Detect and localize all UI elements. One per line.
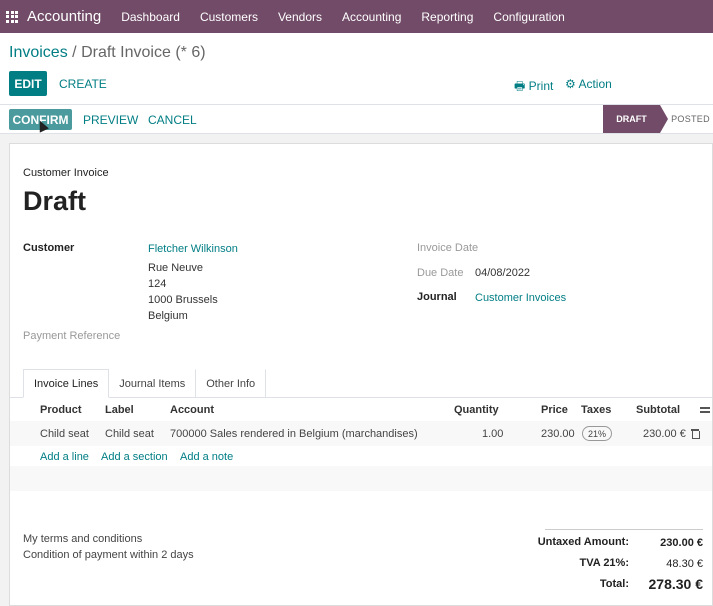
address-country: Belgium — [148, 310, 188, 322]
menu-vendors[interactable]: Vendors — [268, 10, 332, 24]
col-taxes-header[interactable]: Taxes — [581, 404, 611, 416]
apps-menu-icon[interactable] — [6, 10, 18, 23]
col-label-header[interactable]: Label — [105, 404, 134, 416]
col-product-header[interactable]: Product — [40, 404, 82, 416]
tab-journal-items[interactable]: Journal Items — [109, 369, 197, 398]
add-note-link[interactable]: Add a note — [180, 451, 233, 463]
status-bar: CONFIRM PREVIEW CANCEL DRAFT POSTED — [0, 105, 713, 134]
menu-customers[interactable]: Customers — [190, 10, 268, 24]
stage-posted[interactable]: POSTED — [668, 105, 713, 133]
tva-value: 48.30 € — [666, 558, 703, 570]
tab-invoice-lines[interactable]: Invoice Lines — [23, 369, 110, 398]
total-value: 278.30 € — [648, 576, 704, 592]
row-product[interactable]: Child seat — [40, 428, 89, 440]
row-account[interactable]: 700000 Sales rendered in Belgium (marcha… — [170, 428, 418, 440]
untaxed-amount-label: Untaxed Amount: — [537, 536, 629, 548]
menu-configuration[interactable]: Configuration — [483, 10, 574, 24]
due-date-label: Due Date — [417, 267, 464, 279]
edit-button[interactable]: EDIT — [9, 71, 47, 96]
payment-reference-label: Payment Reference — [23, 330, 121, 342]
terms-line-1: My terms and conditions — [23, 533, 143, 545]
customer-name-link[interactable]: Fletcher Wilkinson — [148, 243, 238, 255]
invoice-sheet: Customer Invoice Draft Customer Fletcher… — [9, 143, 713, 606]
app-name[interactable]: Accounting — [27, 8, 101, 25]
print-button[interactable]: 🖶 Print — [514, 77, 553, 98]
create-button[interactable]: CREATE — [59, 77, 107, 91]
total-label: Total: — [599, 578, 629, 590]
control-panel: Invoices / Draft Invoice (* 6) EDIT CREA… — [0, 33, 713, 105]
invoice-title: Draft — [23, 186, 87, 216]
journal-link[interactable]: Customer Invoices — [475, 292, 566, 304]
cancel-button[interactable]: CANCEL — [148, 113, 197, 127]
optional-columns-icon[interactable] — [700, 405, 710, 414]
row-price[interactable]: 230.00 — [541, 428, 575, 440]
tab-other-info[interactable]: Other Info — [196, 369, 267, 398]
add-section-link[interactable]: Add a section — [101, 451, 168, 463]
customer-label: Customer — [23, 242, 75, 254]
preview-button[interactable]: PREVIEW — [83, 113, 138, 127]
address-city: 1000 Brussels — [148, 294, 218, 306]
address-street: Rue Neuve — [148, 262, 204, 274]
notebook-tabs: Invoice Lines Journal Items Other Info — [23, 369, 267, 398]
col-account-header[interactable]: Account — [170, 404, 214, 416]
totals-divider — [545, 529, 703, 530]
col-quantity-header[interactable]: Quantity — [454, 404, 499, 416]
row-quantity[interactable]: 1.00 — [482, 428, 503, 440]
delete-line-icon[interactable] — [691, 429, 700, 439]
tva-label: TVA 21%: — [579, 557, 629, 569]
action-label: Action — [578, 77, 612, 91]
row-subtotal: 230.00 € — [643, 428, 686, 440]
breadcrumb: Invoices / Draft Invoice (* 6) — [9, 44, 206, 62]
breadcrumb-separator: / — [72, 44, 77, 61]
breadcrumb-current: Draft Invoice (* 6) — [81, 44, 206, 61]
journal-label: Journal — [417, 291, 457, 303]
menu-reporting[interactable]: Reporting — [411, 10, 483, 24]
row-tax-badge[interactable]: 21% — [582, 426, 612, 441]
table-footer-band — [10, 466, 712, 491]
col-price-header[interactable]: Price — [541, 404, 568, 416]
action-button[interactable]: ⚙ Action — [565, 77, 612, 91]
terms-line-2: Condition of payment within 2 days — [23, 549, 194, 561]
top-navbar: Accounting Dashboard Customers Vendors A… — [0, 0, 713, 33]
due-date-value[interactable]: 04/08/2022 — [475, 267, 530, 279]
add-line-link[interactable]: Add a line — [40, 451, 89, 463]
col-subtotal-header[interactable]: Subtotal — [636, 404, 680, 416]
menu-dashboard[interactable]: Dashboard — [111, 10, 190, 24]
print-icon: 🖶 — [514, 79, 526, 93]
terms-and-conditions[interactable]: My terms and conditions Condition of pay… — [23, 531, 194, 563]
stage-draft[interactable]: DRAFT — [603, 105, 668, 133]
address-number: 124 — [148, 278, 167, 290]
breadcrumb-invoices[interactable]: Invoices — [9, 44, 68, 61]
menu-accounting[interactable]: Accounting — [332, 10, 411, 24]
invoice-date-label: Invoice Date — [417, 242, 479, 254]
document-type: Customer Invoice — [23, 167, 109, 179]
row-label[interactable]: Child seat — [105, 428, 154, 440]
print-label: Print — [528, 79, 554, 93]
gear-icon: ⚙ — [565, 77, 576, 91]
untaxed-amount-value: 230.00 € — [660, 537, 703, 549]
